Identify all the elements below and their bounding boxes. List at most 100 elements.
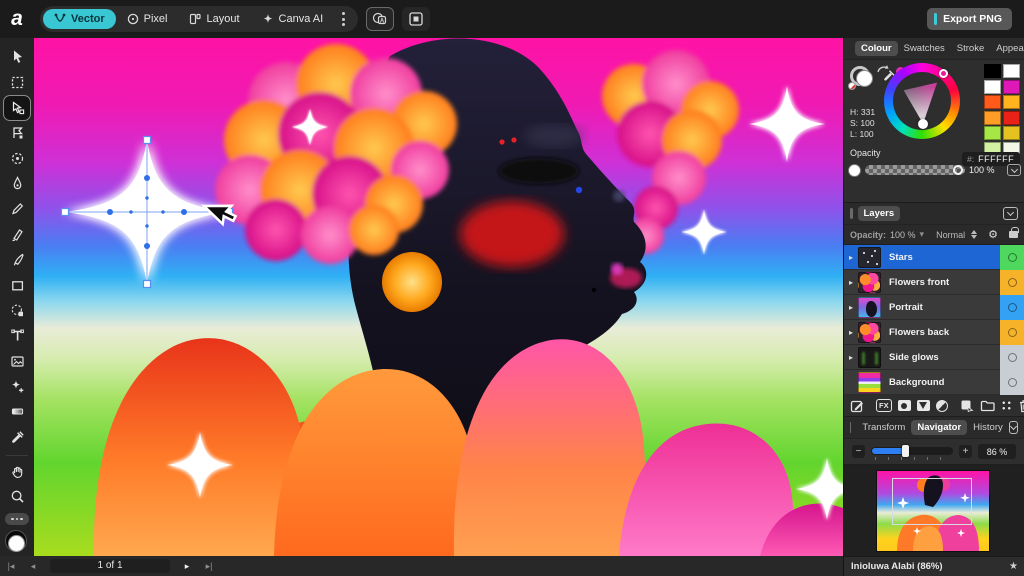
node-tool[interactable] [4,96,30,120]
tab-layers[interactable]: Layers [858,206,901,221]
zoom-tool[interactable] [4,485,30,509]
zoom-slider-handle[interactable] [902,445,909,457]
layer-colour-tag[interactable] [1000,295,1024,320]
swatch[interactable] [1003,64,1020,78]
layer-settings-icon[interactable]: ⚙ [988,228,998,241]
layer-effects-icon[interactable]: FX [876,398,892,413]
colour-picker-tool[interactable] [4,425,30,449]
edit-layer-icon[interactable] [850,398,864,413]
tab-history[interactable]: History [967,420,1009,435]
last-page-button[interactable]: ▸| [198,558,220,574]
no-colour-swatch[interactable] [848,82,856,90]
adjustment-layer-icon[interactable] [917,398,930,413]
persona-overflow-menu[interactable] [336,11,350,27]
layer-row-stars[interactable]: ▸ Stars [844,245,1024,270]
layer-row-flowers-back[interactable]: ▸ Flowers back [844,320,1024,345]
rasterise-icon[interactable] [1001,398,1012,413]
pen-tool[interactable] [4,172,30,196]
layer-row-side-glows[interactable]: ▸ Side glows [844,345,1024,370]
next-page-button[interactable]: ▸ [176,558,198,574]
canvas-viewport[interactable] [34,38,843,556]
swatch[interactable] [984,111,1001,125]
opacity-dropdown-arrow[interactable]: ▾ [920,229,925,240]
move-to-artboard-icon[interactable] [960,398,974,413]
panel-collapse-button[interactable] [1009,421,1018,434]
layer-colour-tag[interactable] [1000,345,1024,370]
expand-chevron-icon[interactable]: ▸ [844,353,858,362]
previous-page-button[interactable]: ◂ [22,558,44,574]
more-tools-button[interactable] [5,513,29,525]
layer-row-background[interactable]: Background [844,370,1024,395]
image-tool[interactable] [4,349,30,373]
studio-panels-toggle[interactable] [402,7,430,31]
tab-navigator[interactable]: Navigator [911,420,967,435]
navigator-viewport-rect[interactable] [892,478,972,525]
export-png-button[interactable]: Export PNG [927,8,1012,30]
layer-row-portrait[interactable]: ▸ Portrait [844,295,1024,320]
swatch[interactable] [1003,111,1020,125]
visibility-eye-icon[interactable] [1008,328,1017,337]
expand-chevron-icon[interactable]: ▸ [844,278,858,287]
panel-drag-handle[interactable] [850,422,851,433]
pan-tool[interactable] [4,460,30,484]
visibility-eye-icon[interactable] [1008,253,1017,262]
layer-colour-tag[interactable] [1000,245,1024,270]
fill-colour-well[interactable] [856,70,873,87]
swatch[interactable] [1003,95,1020,109]
tab-transform[interactable]: Transform [856,420,911,435]
gradient-tool[interactable] [4,400,30,424]
swatch[interactable] [1003,80,1020,94]
layers-opacity-value[interactable]: 100 % [890,230,916,240]
layer-colour-tag[interactable] [1000,370,1024,395]
swatch[interactable] [984,126,1001,140]
persona-tab-vector[interactable]: Vector [43,9,116,29]
visibility-eye-icon[interactable] [1008,378,1017,387]
layer-row-flowers-front[interactable]: ▸ Flowers front [844,270,1024,295]
group-layers-icon[interactable] [980,398,995,413]
first-page-button[interactable]: |◂ [0,558,22,574]
lock-icon[interactable] [1009,231,1018,238]
fill-stroke-well[interactable] [4,530,30,556]
fill-swatch[interactable] [8,535,25,552]
hue-selector[interactable] [939,69,948,78]
blend-options-icon[interactable] [936,398,948,413]
persona-tab-canva-ai[interactable]: Canva AI [251,9,335,29]
layer-colour-tag[interactable] [1000,270,1024,295]
visibility-eye-icon[interactable] [1008,278,1017,287]
artboard-tool[interactable] [4,70,30,94]
move-tool[interactable] [4,45,30,69]
blend-mode-stepper[interactable] [971,230,977,239]
swatch[interactable] [984,95,1001,109]
pencil-tool[interactable] [4,197,30,221]
tone-selector[interactable] [918,119,928,129]
zoom-in-button[interactable]: + [959,445,972,458]
document-switcher-button[interactable]: A [366,7,394,31]
visibility-eye-icon[interactable] [1008,353,1017,362]
colour-wheel[interactable] [884,63,960,139]
persona-tab-pixel[interactable]: Pixel [116,9,179,29]
layer-colour-tag[interactable] [1000,320,1024,345]
mask-layer-icon[interactable] [898,398,911,413]
tab-stroke[interactable]: Stroke [951,41,990,56]
swatch[interactable] [1003,126,1020,140]
expand-chevron-icon[interactable]: ▸ [844,253,858,262]
text-tool[interactable] [4,324,30,348]
panel-drag-handle[interactable] [850,208,853,219]
opacity-dropdown[interactable] [1007,164,1021,176]
swatch[interactable] [984,80,1001,94]
shape-builder-tool[interactable] [4,374,30,398]
expand-chevron-icon[interactable]: ▸ [844,328,858,337]
vector-brush-tool[interactable] [4,222,30,246]
delete-layer-icon[interactable] [1018,398,1024,413]
tab-swatches[interactable]: Swatches [898,41,951,56]
zoom-value[interactable]: 86 % [978,444,1016,459]
affinity-logo[interactable]: a [0,7,34,31]
navigator-thumbnail[interactable] [876,470,990,552]
paint-brush-tool[interactable] [4,248,30,272]
panel-collapse-button[interactable] [1003,207,1018,220]
persona-tab-layout[interactable]: Layout [178,9,250,29]
marquee-tool[interactable] [4,298,30,322]
favourite-star-icon[interactable]: ★ [1009,561,1018,572]
zoom-slider[interactable] [871,445,953,459]
current-colour-swatch[interactable] [848,164,861,177]
